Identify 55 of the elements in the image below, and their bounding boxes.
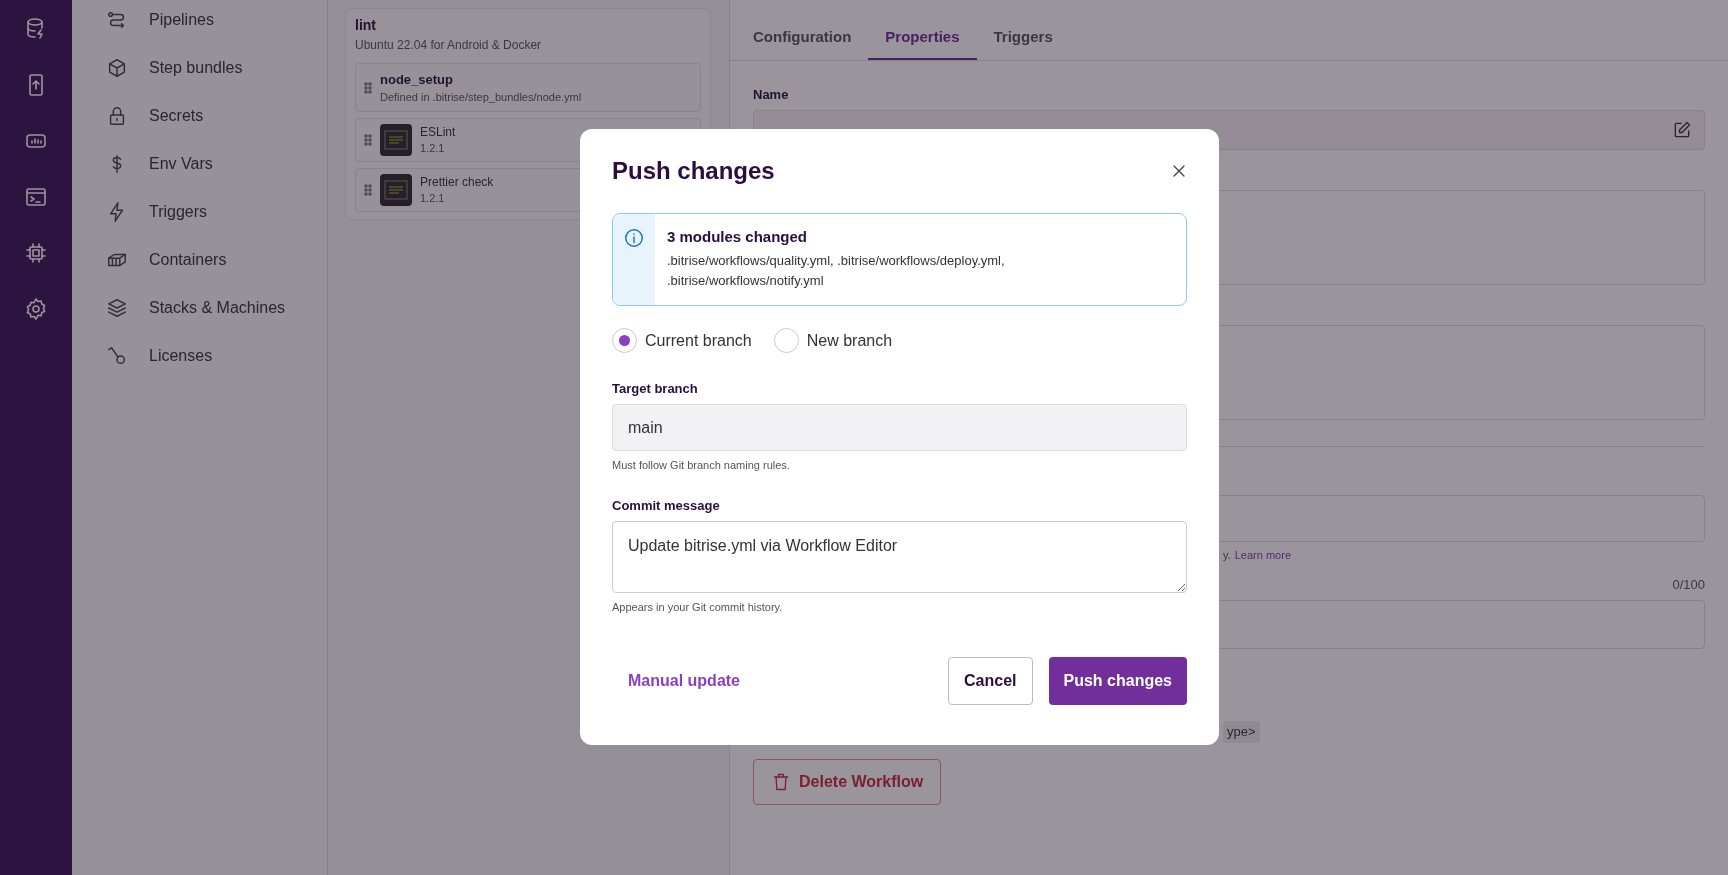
script-step-icon [380,124,412,156]
code-chip: ype> [1223,721,1260,743]
drag-handle-icon [364,184,372,196]
chip-icon[interactable] [24,241,48,265]
field-label: Commit message [612,497,721,515]
cancel-button[interactable]: Cancel [948,657,1033,705]
script-step-icon [380,174,412,206]
step-source: Defined in .bitrise/step_bundles/node.yml [380,89,582,105]
target-branch-field[interactable]: main [612,404,1187,451]
radio-button[interactable] [612,328,637,353]
step-title: node_setup [380,70,454,89]
info-icon [623,227,645,249]
edit-icon [1672,120,1692,140]
manual-update-link[interactable]: Manual update [612,657,756,705]
trash-icon [771,771,791,793]
info-title: 3 modules changed [667,227,809,247]
tab[interactable]: Properties [868,26,977,60]
changed-files: .bitrise/workflows/quality.yml, .bitrise/workflows/deploy.yml, .bitrise/workflows/notify.yml [667,252,1006,290]
learn-more-link[interactable]: Learn more [1234,548,1291,562]
field-label: Name [753,86,790,104]
settings-icon[interactable] [24,297,48,321]
nav-item[interactable]: Pipelines [72,0,327,44]
step-title: ESLint [420,124,456,140]
layers-icon [106,297,128,319]
nav-item[interactable]: Step bundles [72,44,327,92]
radio-label: Current branch [645,330,752,351]
step-version: 1.2.1 [420,141,446,156]
nav-item[interactable]: Licenses [72,332,327,380]
field-hint: Appears in your Git commit history. [612,600,784,614]
terminal-icon[interactable] [24,185,48,209]
radio-label: New branch [806,330,893,351]
radio-button[interactable] [773,328,799,353]
tab[interactable]: Configuration [736,26,869,60]
workflow-title: lint [355,16,377,35]
field-hint: Must follow Git branch naming rules. [612,458,791,472]
character-counter: 0/100 [1672,576,1705,594]
commit-message-field[interactable]: Update bitrise.yml via Workflow Editor [612,521,1187,593]
drag-handle-icon [364,134,372,146]
step-title: Prettier check [420,174,494,190]
license-icon [106,345,128,367]
nav-item[interactable]: Triggers [72,188,327,236]
nav-item[interactable]: Env Vars [72,140,327,188]
cube-icon [106,57,128,79]
nav-item[interactable]: Containers [72,236,327,284]
drag-handle-icon [364,81,372,94]
tab[interactable]: Triggers [976,26,1070,60]
hint-text: y. [1223,548,1231,562]
push-changes-button[interactable]: Push changes [1048,657,1187,705]
step-version: 1.2.1 [420,191,446,206]
field-label: Target branch [612,380,699,398]
delete-workflow-button[interactable]: Delete Workflow [753,759,942,805]
nav-item[interactable]: Stacks & Machines [72,284,327,332]
workflow-stack: Ubuntu 22.04 for Android & Docker [355,37,543,54]
step-bundle-row[interactable]: node_setup Defined in .bitrise/step_bundles/node.yml [355,63,701,112]
nav-item[interactable]: Secrets [72,92,327,140]
